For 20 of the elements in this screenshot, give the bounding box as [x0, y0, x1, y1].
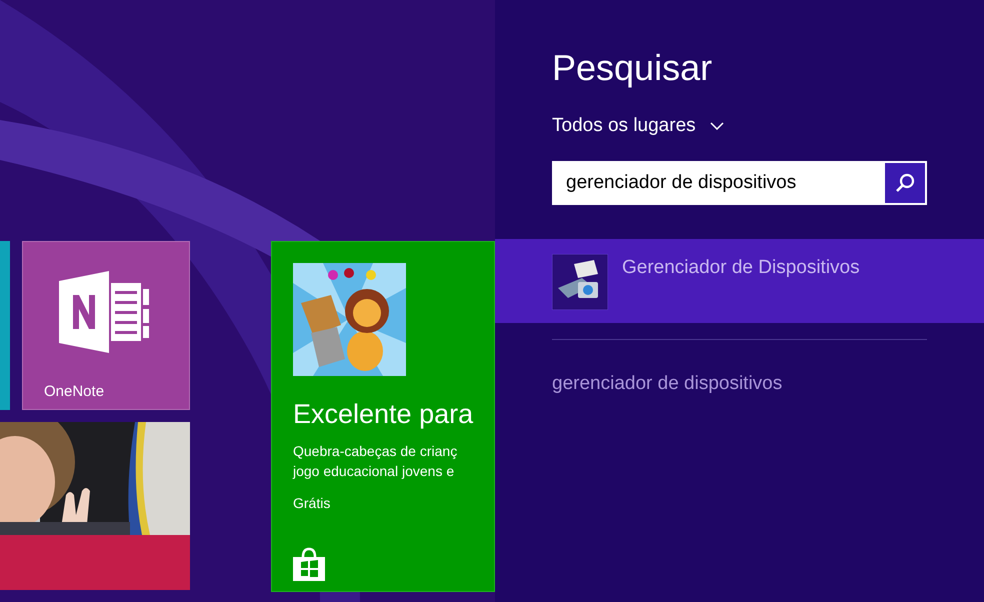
- search-result[interactable]: Gerenciador de Dispositivos: [495, 238, 984, 322]
- app-tile[interactable]: OneNote: [22, 241, 190, 410]
- shopping-bag-icon: [293, 547, 325, 581]
- notebook-icon: [59, 271, 151, 353]
- search-field[interactable]: gerenciador de dispositivos: [552, 160, 883, 204]
- tile-title: Excelente para: [293, 398, 474, 431]
- tile-description: Quebra-cabeças de crianç jogo educacional jovens e: [293, 442, 458, 480]
- tile-price: Grátis: [293, 494, 332, 512]
- scope-dropdown[interactable]: Todos os lugares: [552, 112, 724, 140]
- chevron-down-icon: [710, 122, 724, 130]
- search-button[interactable]: [883, 160, 927, 204]
- app-tile[interactable]: [0, 241, 10, 410]
- store-tile[interactable]: Excelente para Quebra-cabeças de crianç jogo educacional jovens e Grátis: [271, 241, 495, 592]
- app-tile[interactable]: [0, 535, 190, 590]
- tile-label: OneNote: [44, 382, 106, 402]
- result-label: Gerenciador de Dispositivos: [622, 256, 860, 280]
- search-icon: [895, 172, 915, 192]
- panel-title: Pesquisar: [552, 46, 714, 90]
- search-suggestion[interactable]: gerenciador de dispositivos: [552, 370, 782, 398]
- device-manager-icon: [552, 254, 608, 310]
